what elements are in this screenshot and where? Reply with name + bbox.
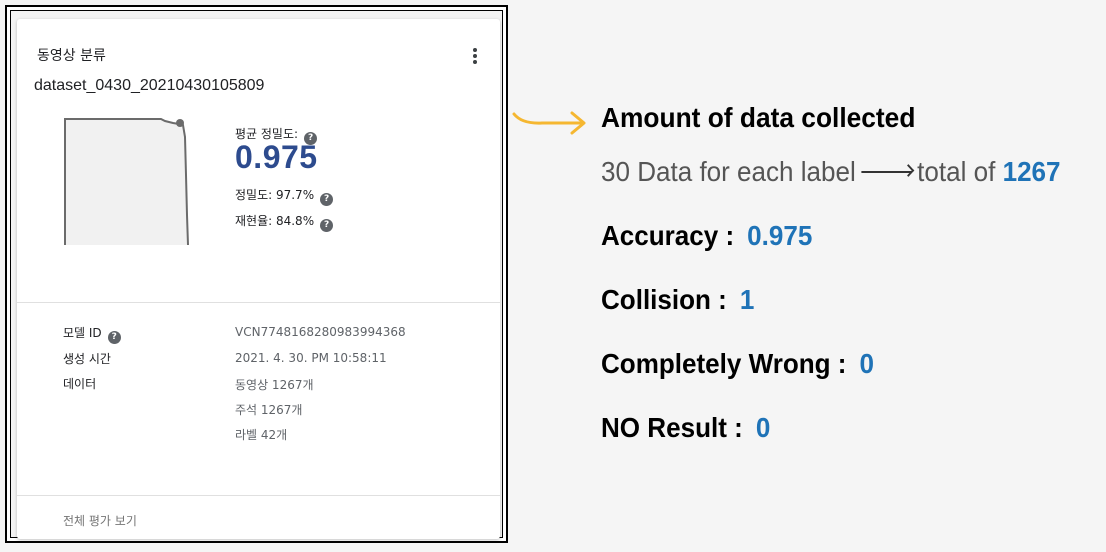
accuracy-stat: Accuracy :0.975 bbox=[601, 220, 813, 251]
annotation-count-value: 주석 1267개 bbox=[235, 403, 303, 417]
curve-threshold-point bbox=[176, 119, 184, 127]
model-id-value: VCN7748168280983994368 bbox=[235, 325, 406, 339]
recall-row: 재현율: 84.8%? bbox=[235, 212, 334, 232]
created-time-key: 생성 시간 bbox=[63, 352, 111, 366]
label-count-value: 라벨 42개 bbox=[235, 428, 288, 442]
card-divider bbox=[17, 495, 500, 496]
help-circle-icon[interactable]: ? bbox=[320, 193, 334, 206]
total-count-value: 1267 bbox=[1002, 156, 1061, 187]
no-result-stat: NO Result :0 bbox=[601, 412, 771, 443]
collision-stat: Collision :1 bbox=[601, 284, 755, 315]
data-amount-line: 30 Data for each label total of 1267 bbox=[601, 156, 1061, 187]
video-count-value: 동영상 1267개 bbox=[235, 378, 314, 392]
precision-recall-curve bbox=[64, 118, 189, 246]
annotation-heading: Amount of data collected bbox=[601, 102, 916, 133]
created-time-value: 2021. 4. 30. PM 10:58:11 bbox=[235, 351, 387, 365]
card-divider bbox=[17, 302, 500, 303]
completely-wrong-stat: Completely Wrong :0 bbox=[601, 348, 874, 379]
model-card: 동영상 분류 dataset_0430_20210430105809 평균 정밀… bbox=[17, 19, 500, 539]
dataset-name: dataset_0430_20210430105809 bbox=[34, 77, 265, 94]
precision-row: 정밀도: 97.7%? bbox=[235, 186, 334, 206]
card-title: 동영상 분류 bbox=[37, 48, 106, 64]
more-vert-icon[interactable] bbox=[469, 47, 481, 65]
long-arrow-icon bbox=[861, 170, 912, 173]
view-full-evaluation-link[interactable]: 전체 평가 보기 bbox=[63, 512, 137, 529]
avg-precision-value: 0.975 bbox=[235, 139, 318, 175]
screenshot-frame: 동영상 분류 dataset_0430_20210430105809 평균 정밀… bbox=[5, 5, 508, 543]
help-circle-icon[interactable]: ? bbox=[320, 219, 334, 232]
curved-arrow-icon bbox=[512, 111, 586, 135]
data-key: 데이터 bbox=[63, 377, 97, 391]
help-circle-icon[interactable]: ? bbox=[107, 331, 121, 344]
model-id-key: 모델 ID? bbox=[63, 324, 121, 344]
screenshot-frame-inner: 동영상 분류 dataset_0430_20210430105809 평균 정밀… bbox=[10, 10, 503, 539]
